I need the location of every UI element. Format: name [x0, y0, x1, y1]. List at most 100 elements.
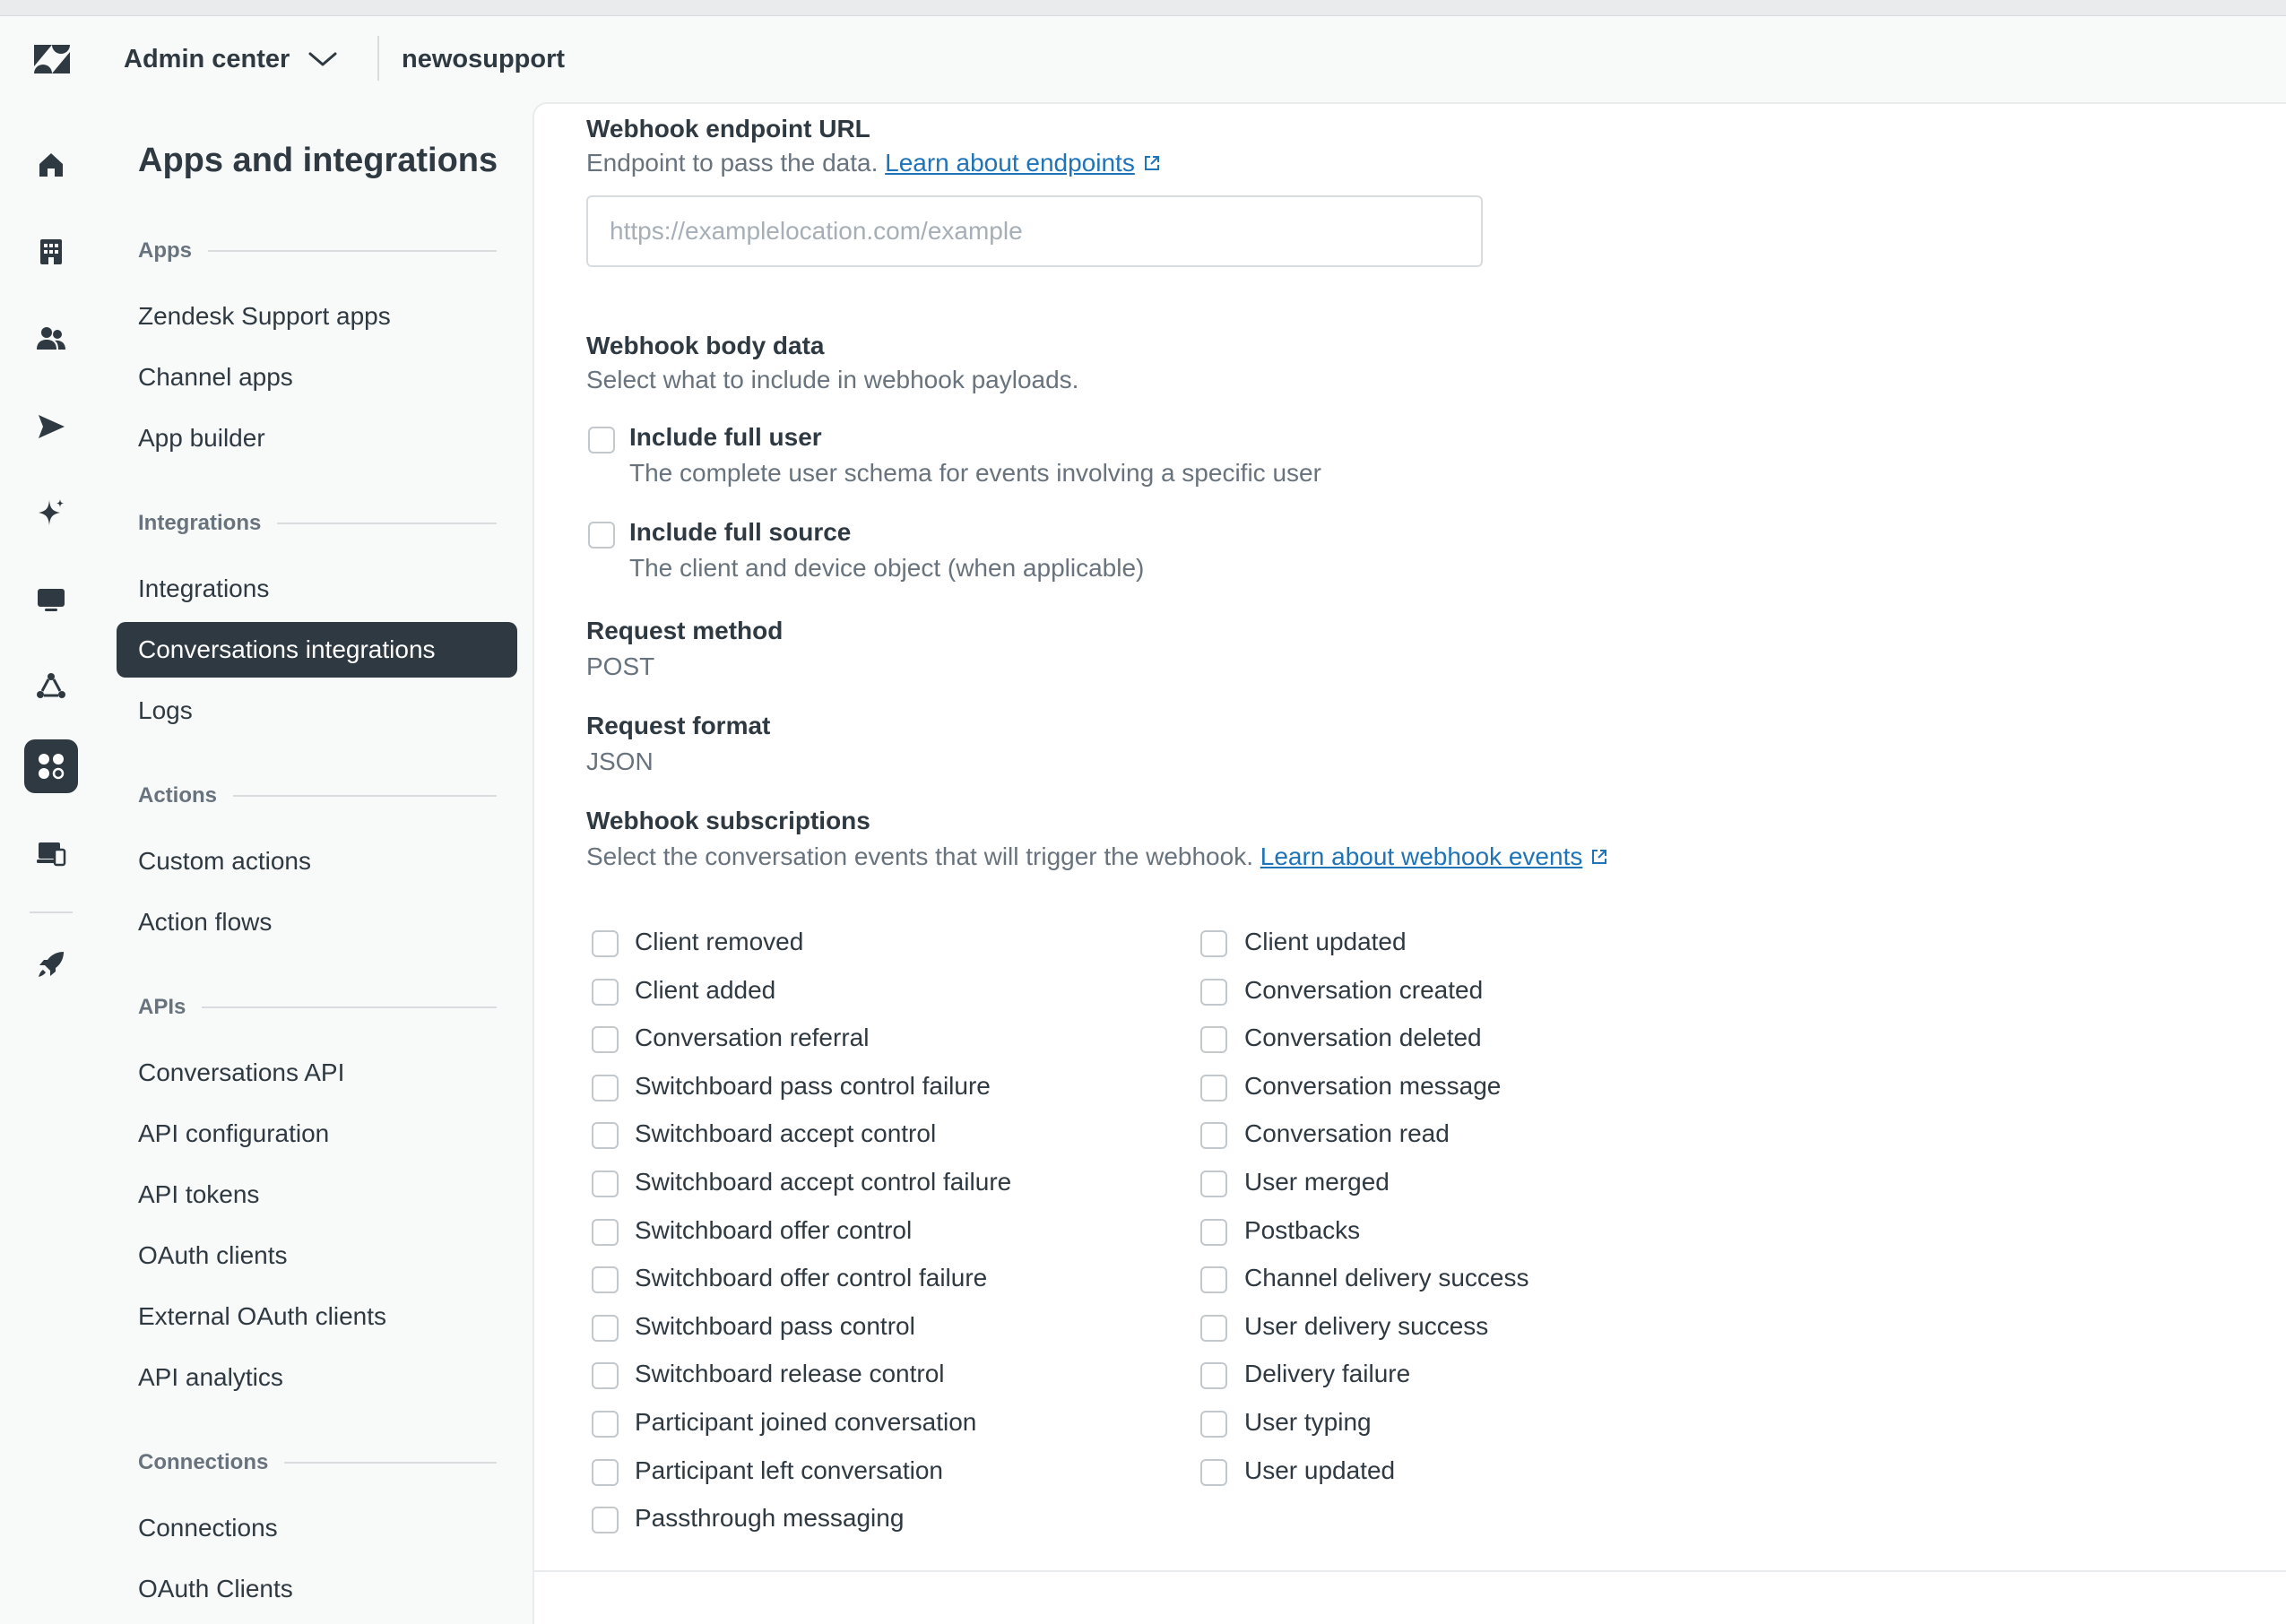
subscription-label[interactable]: Conversation read [1244, 1119, 1450, 1148]
subscription-label[interactable]: Delivery failure [1244, 1360, 1410, 1388]
subscription-label[interactable]: Conversation created [1244, 976, 1483, 1005]
include-full-user-checkbox[interactable] [588, 427, 615, 454]
subscription-checkbox[interactable] [1200, 1458, 1227, 1486]
request-format-value: JSON [586, 747, 654, 775]
body-data-hint: Select what to include in webhook payloa… [586, 366, 1079, 393]
nav-item-connections[interactable]: Connections [117, 1500, 517, 1556]
subscription-label[interactable]: Postbacks [1244, 1216, 1360, 1245]
subscription-checkbox[interactable] [592, 930, 619, 957]
nav-item-action-flows[interactable]: Action flows [117, 894, 517, 950]
nav-item-external-oauth-clients[interactable]: External OAuth clients [117, 1289, 517, 1344]
nav-item-oauth-clients-connections[interactable]: OAuth Clients [117, 1561, 517, 1617]
subscription-label[interactable]: Conversation referral [635, 1024, 869, 1052]
content-bottom-divider [534, 1570, 2286, 1572]
subscription-checkbox[interactable] [1200, 1170, 1227, 1197]
subscription-label[interactable]: Switchboard accept control failure [635, 1168, 1011, 1196]
workflow-icon [37, 673, 65, 698]
subscription-label[interactable]: Switchboard offer control [635, 1216, 912, 1245]
subscription-checkbox[interactable] [1200, 978, 1227, 1006]
request-format-label: Request format [586, 712, 771, 739]
subscription-label[interactable]: Client added [635, 976, 775, 1005]
building-icon [40, 239, 62, 264]
subscription-label[interactable]: Conversation message [1244, 1072, 1501, 1101]
endpoint-url-input[interactable] [586, 195, 1483, 267]
subscription-label[interactable]: Participant joined conversation [635, 1408, 976, 1437]
nav-group-apps: Apps [138, 238, 497, 263]
include-full-source-label[interactable]: Include full source [629, 518, 851, 547]
subscription-label[interactable]: Client updated [1244, 928, 1407, 956]
subscription-checkbox[interactable] [592, 1218, 619, 1246]
rail-people[interactable] [24, 312, 78, 366]
nav-item-oauth-clients[interactable]: OAuth clients [117, 1228, 517, 1283]
subscription-checkbox[interactable] [1200, 1218, 1227, 1246]
subscription-checkbox[interactable] [592, 978, 619, 1006]
nav-item-conversations-integrations[interactable]: Conversations integrations [117, 622, 517, 678]
nav-item-custom-actions[interactable]: Custom actions [117, 834, 517, 889]
learn-about-webhook-events-link[interactable]: Learn about webhook events [1260, 842, 1583, 870]
nav-item-api-configuration[interactable]: API configuration [117, 1106, 517, 1162]
subscription-label[interactable]: User updated [1244, 1456, 1395, 1485]
subscription-checkbox[interactable] [592, 1074, 619, 1101]
subscription-label[interactable]: Client removed [635, 928, 803, 956]
subscription-label[interactable]: User merged [1244, 1168, 1390, 1196]
devices-icon [37, 842, 66, 867]
subscription-checkbox[interactable] [1200, 1411, 1227, 1438]
rail-get-started[interactable] [24, 937, 78, 991]
subscription-checkbox[interactable] [1200, 1314, 1227, 1342]
nav-item-integrations[interactable]: Integrations [117, 561, 517, 617]
request-method-value: POST [586, 652, 655, 680]
nav-item-logs[interactable]: Logs [117, 683, 517, 739]
subscription-label[interactable]: Channel delivery success [1244, 1264, 1529, 1292]
endpoint-url-hint: Endpoint to pass the data. Learn about e… [586, 149, 1162, 177]
rail-apps-integrations[interactable] [24, 739, 78, 793]
subscription-label[interactable]: Passthrough messaging [635, 1504, 904, 1533]
subscription-checkbox[interactable] [592, 1411, 619, 1438]
product-switcher[interactable]: Admin center [124, 41, 338, 77]
subscription-checkbox[interactable] [592, 1266, 619, 1294]
subscription-label[interactable]: Conversation deleted [1244, 1024, 1482, 1052]
subscription-checkbox[interactable] [1200, 1074, 1227, 1101]
subscription-label[interactable]: Switchboard release control [635, 1360, 945, 1388]
rail-ai[interactable] [24, 486, 78, 540]
rail-channels[interactable] [24, 400, 78, 454]
include-full-user-label[interactable]: Include full user [629, 423, 822, 452]
subscription-label[interactable]: User delivery success [1244, 1312, 1488, 1341]
sparkle-icon [39, 499, 64, 525]
subscription-label[interactable]: User typing [1244, 1408, 1372, 1437]
subscription-checkbox[interactable] [592, 1458, 619, 1486]
subscription-label[interactable]: Switchboard pass control [635, 1312, 915, 1341]
product-name: Admin center [124, 45, 290, 73]
subscription-checkbox[interactable] [1200, 1122, 1227, 1150]
nav-item-app-builder[interactable]: App builder [117, 410, 517, 466]
subscription-checkbox[interactable] [592, 1362, 619, 1390]
subscription-checkbox[interactable] [1200, 930, 1227, 957]
subscription-checkbox[interactable] [592, 1507, 619, 1534]
subscription-checkbox[interactable] [592, 1026, 619, 1054]
nav-group-apis: APIs [138, 995, 497, 1020]
subscription-checkbox[interactable] [592, 1122, 619, 1150]
nav-item-conversations-api[interactable]: Conversations API [117, 1045, 517, 1101]
nav-item-api-tokens[interactable]: API tokens [117, 1167, 517, 1222]
subscription-checkbox[interactable] [1200, 1266, 1227, 1294]
endpoint-url-label: Webhook endpoint URL [586, 115, 870, 143]
rail-objects-rules[interactable] [24, 660, 78, 713]
learn-about-endpoints-link[interactable]: Learn about endpoints [885, 149, 1135, 177]
subscription-checkbox[interactable] [592, 1170, 619, 1197]
subscription-checkbox[interactable] [1200, 1026, 1227, 1054]
nav-item-channel-apps[interactable]: Channel apps [117, 350, 517, 405]
include-full-source-checkbox[interactable] [588, 522, 615, 549]
nav-item-support-apps[interactable]: Zendesk Support apps [117, 289, 517, 344]
subscription-label[interactable]: Participant left conversation [635, 1456, 943, 1485]
external-link-icon [1592, 850, 1607, 864]
subscription-label[interactable]: Switchboard pass control failure [635, 1072, 991, 1101]
rail-devices[interactable] [24, 826, 78, 880]
subscription-checkbox[interactable] [592, 1314, 619, 1342]
zendesk-logo-icon[interactable] [32, 43, 72, 75]
rail-workspaces[interactable] [24, 573, 78, 626]
subscription-label[interactable]: Switchboard accept control [635, 1119, 936, 1148]
rail-account[interactable] [24, 225, 78, 279]
subscription-label[interactable]: Switchboard offer control failure [635, 1264, 987, 1292]
subscription-checkbox[interactable] [1200, 1362, 1227, 1390]
rail-home[interactable] [24, 138, 78, 192]
nav-item-api-analytics[interactable]: API analytics [117, 1350, 517, 1405]
